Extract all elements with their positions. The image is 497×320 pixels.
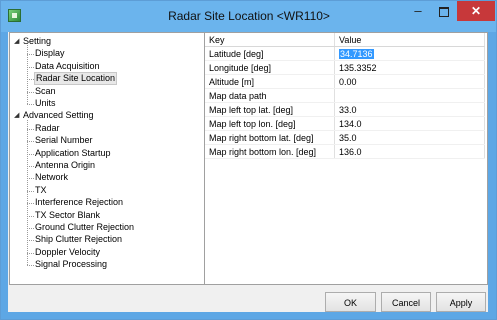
tree-guide-line	[27, 104, 34, 105]
app-icon	[8, 9, 21, 22]
tree-item-label: Antenna Origin	[35, 160, 96, 170]
tree-item-label: TX	[35, 184, 47, 195]
row-key: Map left top lon. [deg]	[205, 116, 335, 131]
minimize-button[interactable]: –	[405, 1, 431, 21]
row-value[interactable]: 0.00	[334, 74, 485, 89]
tree-guide-line	[27, 190, 34, 192]
tree-item-label: Application Startup	[35, 147, 111, 158]
table-row[interactable]: Latitude [deg] 34.7136	[205, 46, 485, 61]
column-header-key: Key	[205, 33, 335, 47]
tree-guide-line	[27, 215, 34, 217]
row-value[interactable]: 134.0	[334, 116, 485, 131]
tree-guide-line	[27, 153, 34, 155]
tree-item-label: Scan	[35, 85, 56, 96]
row-value[interactable]	[334, 88, 485, 103]
row-key: Altitude [m]	[205, 74, 335, 89]
row-value[interactable]: 136.0	[334, 144, 485, 159]
row-value[interactable]: 35.0	[334, 130, 485, 145]
tree-node-label: Advanced Setting	[23, 110, 94, 121]
tree-guide-line	[27, 141, 34, 143]
tree-guide-line	[27, 54, 34, 56]
table-row[interactable]: Map left top lon. [deg] 134.0	[205, 116, 485, 131]
tree-item-label: Interference Rejection	[35, 197, 124, 208]
tree-node-label: Setting	[23, 36, 52, 46]
key-value-table: Key Value Latitude [deg] 34.7136 Longitude…	[205, 33, 485, 159]
tree-guide-line	[27, 128, 34, 130]
settings-tree[interactable]: ◢ Setting Display Data Acquisition Radar S…	[9, 32, 205, 285]
tree-guide-line	[27, 203, 34, 205]
maximize-button[interactable]	[431, 1, 457, 21]
row-key: Longitude [deg]	[205, 60, 335, 75]
close-button[interactable]: ✕	[457, 1, 495, 21]
maximize-icon	[439, 6, 449, 17]
property-grid: Key Value Latitude [deg] 34.7136 Longitude…	[205, 32, 488, 285]
table-row[interactable]: Map data path	[205, 88, 485, 103]
tree-item-label: Units	[35, 98, 56, 108]
row-key: Map right bottom lat. [deg]	[205, 130, 335, 145]
row-key: Map right bottom lon. [deg]	[205, 144, 335, 159]
tree-guide-line	[27, 166, 34, 167]
row-value[interactable]: 135.3352	[334, 60, 485, 75]
window-title: Radar Site Location <WR110>	[168, 9, 330, 23]
tree-guide-line	[27, 79, 34, 81]
ok-button[interactable]: OK	[325, 292, 376, 312]
tree-item-label: Ship Clutter Rejection	[35, 234, 123, 245]
row-value[interactable]: 34.7136	[334, 46, 485, 61]
tree-guide-line	[27, 252, 34, 254]
row-key: Map data path	[205, 88, 335, 103]
tree-guide-line	[27, 228, 34, 229]
tree-item-label: TX Sector Blank	[35, 209, 101, 220]
dialog-window: Radar Site Location <WR110> – ✕ ◢ Settin…	[0, 0, 497, 320]
table-row[interactable]: Map right bottom lat. [deg] 35.0	[205, 130, 485, 145]
tree-guide-line	[27, 265, 34, 267]
tree-item-label: Signal Processing	[35, 259, 108, 270]
tree-guide-line	[27, 91, 34, 93]
row-key: Map left top lat. [deg]	[205, 102, 335, 117]
selected-value-text[interactable]: 34.7136	[339, 48, 374, 59]
apply-button[interactable]: Apply	[436, 292, 486, 312]
tree-item-label: Data Acquisition	[35, 60, 100, 71]
expand-triangle-icon: ◢	[14, 112, 20, 120]
table-row[interactable]: Map right bottom lon. [deg] 136.0	[205, 144, 485, 159]
title-bar[interactable]: Radar Site Location <WR110> – ✕	[1, 1, 496, 32]
tree-guide-line	[27, 66, 34, 68]
table-header-row: Key Value	[205, 33, 485, 47]
tree-item-label: Display	[35, 48, 65, 59]
column-header-value: Value	[334, 33, 485, 47]
tree-guide-line	[27, 240, 34, 242]
row-key: Latitude [deg]	[205, 46, 335, 61]
tree-item-label: Ground Clutter Rejection	[35, 222, 135, 232]
table-row[interactable]: Altitude [m] 0.00	[205, 74, 485, 89]
tree-item-label: Radar Site Location	[33, 72, 118, 86]
tree-item-label: Doppler Velocity	[35, 246, 101, 257]
expand-triangle-icon: ◢	[14, 38, 20, 45]
tree-guide-line	[27, 178, 34, 180]
cancel-button[interactable]: Cancel	[381, 292, 431, 312]
tree-item-label: Radar	[35, 122, 60, 133]
table-row[interactable]: Map left top lat. [deg] 33.0	[205, 102, 485, 117]
tree-item-label: Serial Number	[35, 135, 93, 146]
row-value[interactable]: 33.0	[334, 102, 485, 117]
table-row[interactable]: Longitude [deg] 135.3352	[205, 60, 485, 75]
dialog-body: ◢ Setting Display Data Acquisition Radar S…	[8, 32, 488, 312]
tree-item-label: Network	[35, 172, 69, 183]
